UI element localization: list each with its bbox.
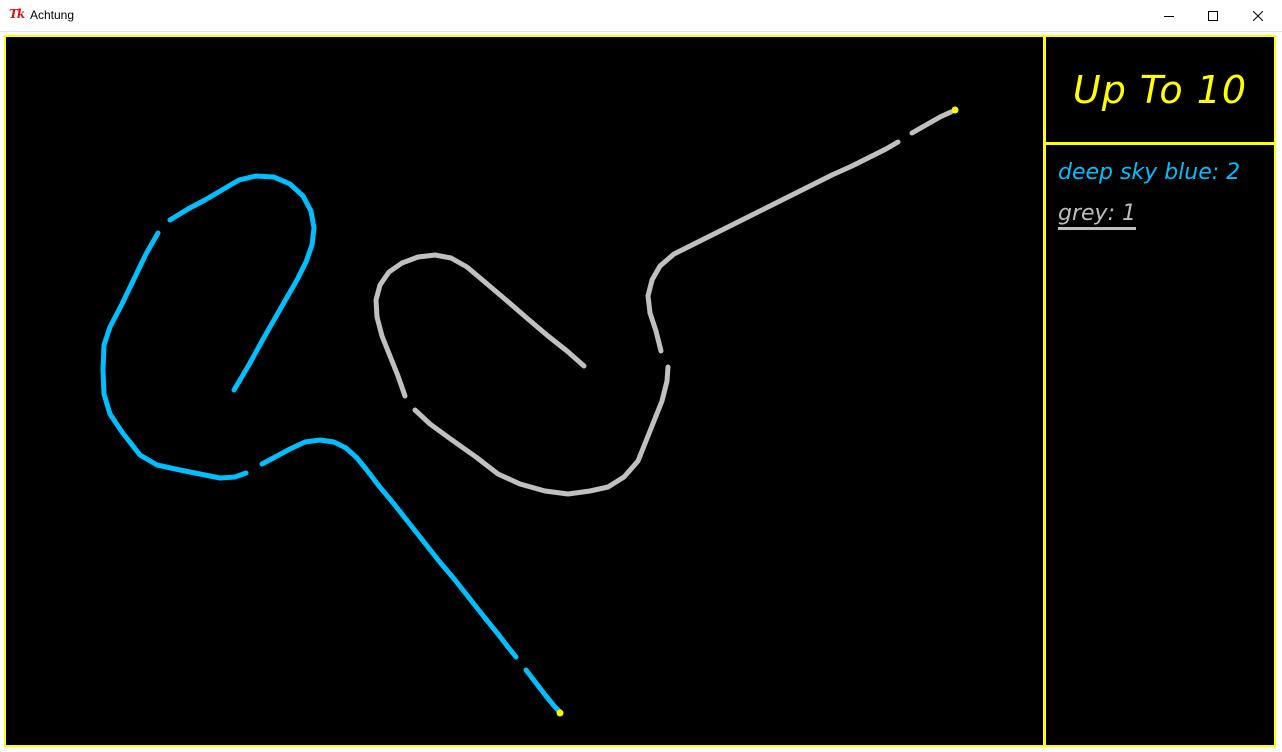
scoreboard: deep sky blue: 2 grey: 1	[1058, 160, 1268, 246]
player-trail	[373, 252, 587, 399]
player-head	[951, 106, 959, 114]
player-trail	[259, 437, 519, 660]
close-icon	[1253, 10, 1263, 21]
minimize-icon	[1164, 15, 1174, 17]
close-button[interactable]	[1235, 0, 1281, 31]
player-trail	[167, 173, 317, 393]
arena-canvas	[100, 106, 959, 717]
player-head	[556, 709, 564, 717]
minimize-button[interactable]	[1146, 0, 1192, 31]
panel-divider-horizontal	[1046, 142, 1274, 145]
player-trail	[100, 230, 249, 481]
window-titlebar[interactable]: Tk Achtung	[0, 0, 1282, 32]
player-trail	[412, 364, 671, 497]
goal-label: Up To 10	[1072, 67, 1248, 112]
player-trail	[523, 667, 563, 715]
player-score: deep sky blue: 2	[1058, 160, 1241, 185]
window-title: Achtung	[30, 8, 75, 22]
player-score: grey: 1	[1058, 201, 1136, 230]
player-trail	[909, 109, 954, 136]
game-arena[interactable]	[6, 37, 1043, 745]
maximize-icon	[1208, 10, 1218, 21]
maximize-button[interactable]	[1190, 0, 1236, 31]
player-trail	[645, 139, 901, 354]
tk-feather-icon: Tk	[9, 7, 25, 21]
